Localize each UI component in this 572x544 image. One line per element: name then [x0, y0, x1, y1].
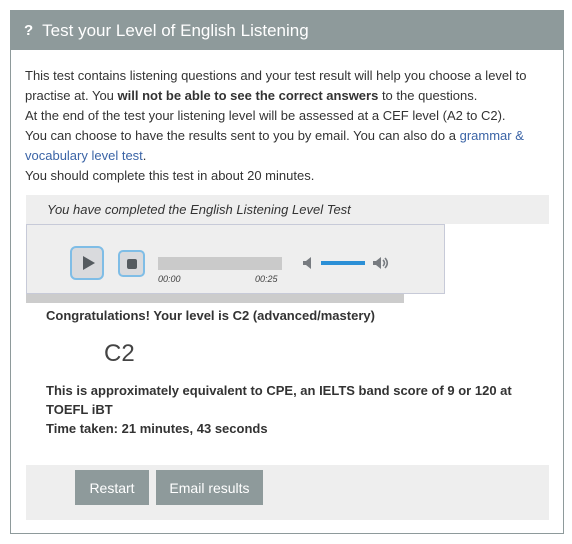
intro-line-2: At the end of the test your listening le… [25, 108, 506, 123]
intro-line-4: You should complete this test in about 2… [25, 168, 315, 183]
level-test-panel: ? Test your Level of English Listening T… [10, 10, 564, 534]
action-bar: Restart Email results [26, 465, 549, 520]
current-time: 00:00 [158, 274, 181, 284]
panel-title: Test your Level of English Listening [42, 20, 309, 40]
intro-text: This test contains listening questions a… [25, 66, 555, 186]
intro-paragraph-3: You can choose to have the results sent … [25, 126, 555, 166]
volume-mute-icon[interactable] [302, 256, 316, 270]
intro-line-3: You can choose to have the results sent … [25, 128, 460, 143]
play-button[interactable] [70, 246, 104, 280]
volume-slider[interactable] [321, 261, 365, 265]
total-time: 00:25 [255, 274, 278, 284]
audio-progress-bar[interactable] [158, 257, 282, 270]
stop-button[interactable] [118, 250, 145, 277]
level-result: C2 [104, 340, 135, 367]
time-taken: Time taken: 21 minutes, 43 seconds [46, 421, 268, 436]
question-icon: ? [24, 22, 34, 39]
volume-max-icon[interactable] [372, 256, 390, 270]
intro-paragraph-1: This test contains listening questions a… [25, 66, 555, 106]
audio-player: 00:00 00:25 [26, 224, 445, 294]
play-icon [82, 256, 95, 270]
completed-message: You have completed the English Listening… [26, 195, 549, 224]
stop-icon [126, 258, 137, 269]
intro-line-3-end: . [142, 148, 147, 163]
email-results-button[interactable]: Email results [156, 470, 263, 505]
congratulations-text: Congratulations! Your level is C2 (advan… [46, 308, 375, 323]
restart-button[interactable]: Restart [75, 470, 149, 505]
intro-line-1-end: to the questions. [378, 88, 478, 103]
horizontal-scrollbar[interactable] [26, 294, 404, 303]
intro-bold-warning: will not be able to see the correct answ… [117, 88, 379, 103]
panel-header: ? Test your Level of English Listening [11, 11, 563, 50]
equivalence-text: This is approximately equivalent to CPE,… [46, 383, 512, 417]
